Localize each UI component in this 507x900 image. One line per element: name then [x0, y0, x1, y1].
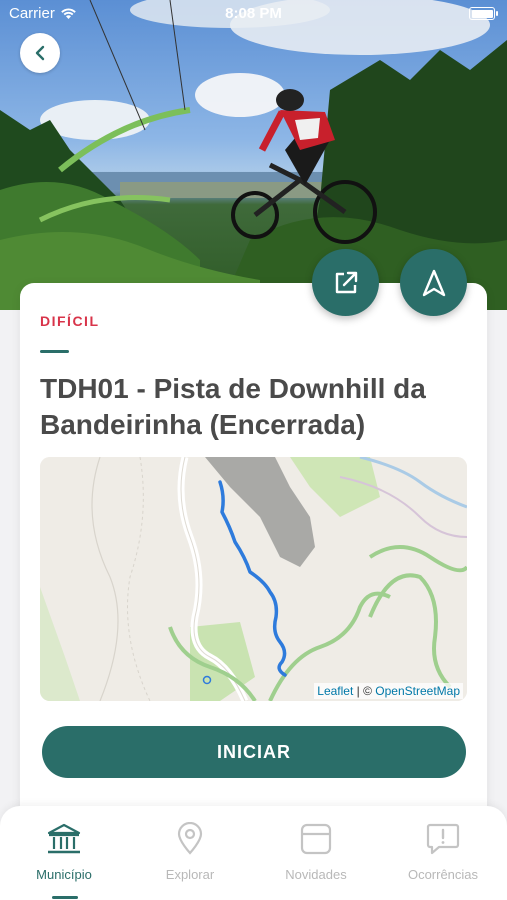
active-tab-indicator: [52, 896, 78, 899]
tab-novidades[interactable]: Novidades: [253, 820, 379, 882]
tab-explorar[interactable]: Explorar: [127, 820, 253, 882]
map-pin-icon: [177, 822, 203, 855]
start-button[interactable]: INICIAR: [42, 726, 466, 778]
trail-detail-card: DIFÍCIL TDH01 - Pista de Downhill da Ban…: [20, 283, 487, 843]
status-time: 8:08 PM: [225, 5, 282, 22]
attribution-separator: | ©: [353, 684, 376, 698]
tab-label-explorar: Explorar: [165, 867, 215, 882]
tab-municipio[interactable]: Município: [1, 820, 127, 882]
town-hall-icon: [47, 823, 81, 854]
tab-label-municipio: Município: [36, 867, 92, 882]
status-bar: Carrier 8:08 PM: [0, 0, 507, 28]
openstreetmap-link[interactable]: OpenStreetMap: [375, 684, 460, 698]
navigation-arrow-icon: [422, 269, 445, 296]
chevron-left-icon: [35, 45, 45, 61]
tab-label-novidades: Novidades: [285, 867, 347, 882]
battery-icon: [469, 7, 498, 20]
news-card-icon: [300, 823, 332, 855]
external-link-icon: [335, 271, 357, 293]
share-button[interactable]: [312, 249, 379, 316]
back-button[interactable]: [20, 33, 60, 73]
difficulty-label: DIFÍCIL: [40, 313, 100, 329]
map-tiles: [40, 457, 467, 701]
map-attribution: Leaflet | © OpenStreetMap: [314, 683, 463, 699]
bottom-tab-bar: Município Explorar Novidades Ocorrências: [0, 806, 507, 900]
trail-map[interactable]: Leaflet | © OpenStreetMap: [40, 457, 467, 701]
navigate-button[interactable]: [400, 249, 467, 316]
leaflet-link[interactable]: Leaflet: [317, 684, 353, 698]
accent-divider: [40, 350, 69, 353]
tab-ocorrencias[interactable]: Ocorrências: [380, 820, 506, 882]
tab-label-ocorrencias: Ocorrências: [407, 867, 479, 882]
alert-message-icon: [426, 823, 460, 855]
trail-title: TDH01 - Pista de Downhill da Bandeirinha…: [40, 373, 426, 440]
